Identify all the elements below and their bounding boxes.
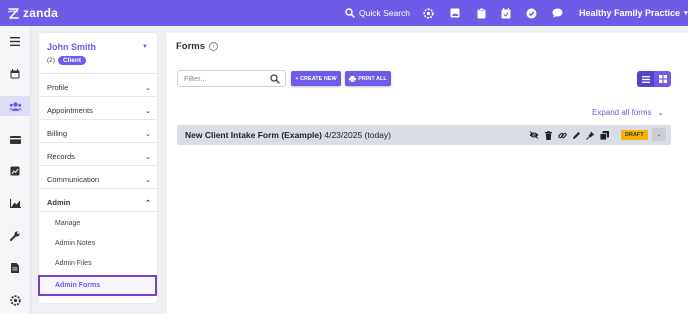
client-count: (2) xyxy=(47,57,55,64)
link-icon[interactable] xyxy=(557,129,568,141)
calendar-check-icon[interactable] xyxy=(500,7,512,19)
expand-all-forms[interactable]: Expand all forms ⌄ xyxy=(592,108,663,117)
menu-item-profile[interactable]: Profile ⌄ xyxy=(47,83,151,92)
client-panel: John Smith ▼ (2) Client Profile ⌄ Appoin… xyxy=(39,33,157,303)
menu-item-label: Appointments xyxy=(47,106,93,115)
app-name: zanda xyxy=(23,6,59,20)
search-icon xyxy=(345,8,355,18)
page-title-text: Forms xyxy=(176,41,206,52)
calendar-icon[interactable] xyxy=(0,64,30,84)
reports-icon[interactable] xyxy=(0,161,30,181)
chat-icon[interactable] xyxy=(551,7,563,19)
chevron-down-icon: ⌄ xyxy=(145,153,151,161)
divider xyxy=(39,73,157,74)
main-content: Forms i + CREATE NEW PRINT ALL Expand al… xyxy=(167,33,688,314)
zanda-logo-icon xyxy=(7,7,19,19)
admin-sub-files[interactable]: Admin Files xyxy=(55,260,92,267)
menu-item-label: Profile xyxy=(47,83,69,92)
form-title: New Client Intake Form (Example) 4/23/20… xyxy=(185,130,391,140)
admin-sub-forms[interactable]: Admin Forms xyxy=(38,275,157,296)
clipboard-icon[interactable] xyxy=(475,7,487,19)
check-circle-icon[interactable] xyxy=(525,7,537,19)
info-icon[interactable]: i xyxy=(209,42,219,51)
chevron-down-icon: ⌄ xyxy=(145,130,151,138)
expand-all-label: Expand all forms xyxy=(592,108,652,117)
practice-name: Healthy Family Practice xyxy=(579,8,681,18)
left-rail xyxy=(0,26,31,314)
printer-icon xyxy=(349,75,357,82)
chevron-down-icon: ⌄ xyxy=(657,109,664,117)
zanda-logo[interactable]: zanda xyxy=(7,6,58,20)
expand-row-button[interactable]: ⌄ xyxy=(652,128,666,141)
chevron-down-icon: ▾ xyxy=(684,10,688,17)
client-type-badge: Client xyxy=(57,56,87,65)
chevron-up-icon: ⌃ xyxy=(145,199,151,207)
divider xyxy=(39,211,157,212)
grid-view-icon[interactable] xyxy=(654,71,671,87)
document-icon[interactable] xyxy=(0,258,30,278)
list-view-icon[interactable] xyxy=(637,71,654,87)
pencil-icon[interactable] xyxy=(571,129,582,141)
quick-search-label: Quick Search xyxy=(359,8,411,18)
status-badge: DRAFT xyxy=(621,130,648,140)
copy-icon[interactable] xyxy=(599,129,610,141)
pin-icon[interactable] xyxy=(585,129,596,141)
chevron-down-icon: ⌄ xyxy=(145,176,151,184)
menu-item-appointments[interactable]: Appointments ⌄ xyxy=(47,106,151,115)
form-date: 4/23/2025 (today) xyxy=(324,130,391,140)
divider xyxy=(39,96,157,97)
clients-icon[interactable] xyxy=(0,96,30,116)
print-all-button[interactable]: PRINT ALL xyxy=(345,71,391,86)
practice-switcher[interactable]: Healthy Family Practice ▾ xyxy=(579,0,688,26)
gear-icon[interactable] xyxy=(422,7,434,19)
settings-icon[interactable] xyxy=(0,290,30,310)
top-bar: zanda Quick Search Healthy Family Practi… xyxy=(0,0,688,26)
billing-card-icon[interactable] xyxy=(0,130,30,150)
menu-item-billing[interactable]: Billing ⌄ xyxy=(47,129,151,138)
menu-item-records[interactable]: Records ⌄ xyxy=(47,152,151,161)
menu-item-admin[interactable]: Admin ⌃ xyxy=(47,198,151,207)
chevron-down-icon[interactable]: ▼ xyxy=(142,44,148,50)
chevron-down-icon: ⌄ xyxy=(656,132,662,138)
view-toggle[interactable] xyxy=(637,71,671,87)
chart-icon[interactable] xyxy=(0,193,30,213)
quick-search[interactable]: Quick Search xyxy=(345,0,410,26)
trash-icon[interactable] xyxy=(543,129,554,141)
menu-item-label: Communication xyxy=(47,175,100,184)
divider xyxy=(39,119,157,120)
client-meta: (2) Client xyxy=(47,56,87,65)
divider xyxy=(39,142,157,143)
divider xyxy=(39,188,157,189)
chevron-down-icon: ⌄ xyxy=(145,84,151,92)
menu-item-label: Admin xyxy=(47,198,71,207)
wrench-icon[interactable] xyxy=(0,226,30,246)
create-new-button[interactable]: + CREATE NEW xyxy=(291,71,341,86)
client-name[interactable]: John Smith xyxy=(47,42,96,52)
filter-input[interactable] xyxy=(184,74,264,83)
form-name: New Client Intake Form (Example) xyxy=(185,130,322,140)
form-row[interactable]: New Client Intake Form (Example) 4/23/20… xyxy=(177,125,671,145)
admin-sub-forms-label: Admin Forms xyxy=(55,282,101,289)
menu-item-communication[interactable]: Communication ⌄ xyxy=(47,175,151,184)
admin-sub-manage[interactable]: Manage xyxy=(55,220,80,227)
page-title: Forms i xyxy=(176,41,219,52)
menu-icon[interactable] xyxy=(0,31,30,51)
search-icon xyxy=(270,74,280,84)
menu-item-label: Billing xyxy=(47,129,68,138)
image-icon[interactable] xyxy=(449,7,461,19)
chevron-down-icon: ⌄ xyxy=(145,107,151,115)
admin-sub-notes[interactable]: Admin Notes xyxy=(55,240,95,247)
filter-field[interactable] xyxy=(177,70,286,87)
menu-item-label: Records xyxy=(47,152,75,161)
hide-icon[interactable] xyxy=(528,129,539,141)
divider xyxy=(39,165,157,166)
print-all-label: PRINT ALL xyxy=(358,75,387,82)
